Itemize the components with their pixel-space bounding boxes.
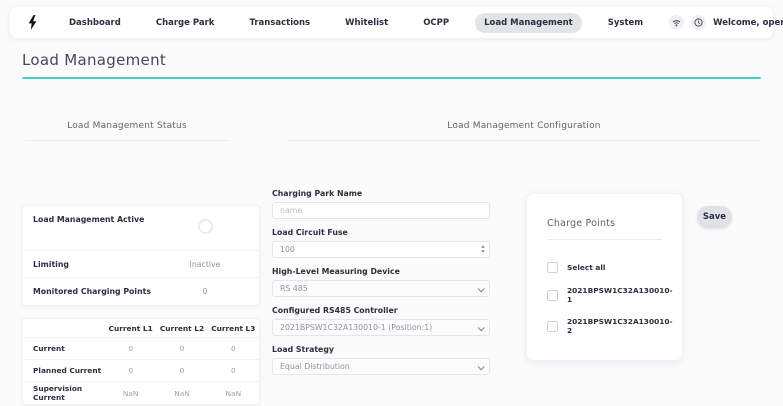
nav-item-load-management[interactable]: Load Management: [475, 13, 582, 33]
checkbox-icon[interactable]: [547, 262, 558, 273]
nav-item-whitelist[interactable]: Whitelist: [336, 13, 397, 33]
table-row-current: Current 0 0 0: [23, 338, 259, 360]
status-row-active: Load Management Active: [23, 206, 259, 251]
charge-points-title: Charge Points: [547, 218, 662, 229]
table-cell: NaN: [156, 389, 207, 398]
status-row-label: Monitored Charging Points: [33, 287, 161, 296]
status-card: Load Management Active Limiting Inactive…: [22, 205, 260, 306]
table-cell: 0: [208, 344, 259, 353]
user-menu[interactable]: Welcome, operator▾: [713, 18, 783, 28]
nav-item-transactions[interactable]: Transactions: [240, 13, 319, 33]
status-row-value: Inactive: [161, 260, 249, 269]
page-title: Load Management: [22, 51, 166, 69]
field-label: Charging Park Name: [272, 189, 490, 198]
table-row-supervision-current: Supervision Current NaN NaN NaN: [23, 382, 259, 404]
field-charging-park-name: Charging Park Name: [272, 189, 490, 219]
nav-item-ocpp[interactable]: OCPP: [414, 13, 458, 33]
title-accent-rule: [22, 77, 761, 79]
table-row-planned-current: Planned Current 0 0 0: [23, 360, 259, 382]
load-strategy-select[interactable]: Equal Distribution: [272, 358, 490, 375]
checkbox-icon[interactable]: [547, 290, 558, 301]
rs485-controller-select[interactable]: 2021BPSW1C32A130010-1 (Position:1): [272, 319, 490, 336]
field-rs485-controller: Configured RS485 Controller 2021BPSW1C32…: [272, 306, 490, 336]
table-cell: NaN: [208, 389, 259, 398]
navbar-right-group: Welcome, operator▾: [669, 15, 783, 30]
user-menu-label: Welcome, operator: [713, 18, 783, 28]
field-measuring-device: High-Level Measuring Device RS 485: [272, 267, 490, 297]
table-cell: 0: [156, 344, 207, 353]
nav-item-system[interactable]: System: [599, 13, 652, 33]
charge-point-option-2[interactable]: 2021BPSW1C32A130010-2: [547, 317, 662, 335]
table-cell: 0: [208, 366, 259, 375]
charge-points-divider: [547, 239, 662, 240]
table-header-current-l2: Current L2: [156, 324, 207, 333]
status-row-label: Load Management Active: [33, 215, 161, 224]
active-indicator-ring[interactable]: [198, 219, 213, 234]
load-circuit-fuse-input[interactable]: [280, 245, 482, 254]
status-row-value: 0: [161, 287, 249, 296]
lightning-bolt-icon[interactable]: [28, 15, 37, 30]
config-section-heading: Load Management Configuration: [288, 121, 760, 141]
table-header-current-l1: Current L1: [105, 324, 156, 333]
field-load-strategy: Load Strategy Equal Distribution: [272, 345, 490, 375]
selected-value: Equal Distribution: [280, 362, 350, 371]
number-stepper-icon[interactable]: [481, 245, 485, 253]
stepper-up-icon[interactable]: [481, 245, 485, 248]
table-row-label: Supervision Current: [23, 384, 105, 402]
charge-point-option-1[interactable]: 2021BPSW1C32A130010-1: [547, 286, 662, 304]
chevron-down-icon: [478, 285, 485, 292]
chevron-down-icon: [478, 363, 485, 370]
field-label: Load Strategy: [272, 345, 490, 354]
table-cell: 0: [105, 366, 156, 375]
save-button[interactable]: Save: [697, 206, 732, 228]
status-row-limiting: Limiting Inactive: [23, 251, 259, 278]
config-section-title: Load Management Configuration: [288, 121, 760, 131]
table-cell: 0: [156, 366, 207, 375]
load-circuit-fuse-input-wrap: [272, 241, 490, 258]
status-row-monitored-points: Monitored Charging Points 0: [23, 278, 259, 305]
config-form: Charging Park Name Load Circuit Fuse Hig…: [272, 189, 490, 384]
table-header-current-l3: Current L3: [208, 324, 259, 333]
checkbox-icon[interactable]: [547, 321, 558, 332]
top-navbar: Dashboard Charge Park Transactions White…: [10, 7, 773, 38]
checkbox-label: Select all: [567, 263, 605, 272]
selected-value: RS 485: [280, 284, 308, 293]
nav-item-dashboard[interactable]: Dashboard: [60, 13, 130, 33]
field-label: Configured RS485 Controller: [272, 306, 490, 315]
charge-points-card: Charge Points Select all 2021BPSW1C32A13…: [526, 193, 683, 361]
status-row-value: [161, 215, 249, 236]
current-table-header: Current L1 Current L2 Current L3: [23, 319, 259, 338]
table-cell: 0: [105, 344, 156, 353]
selected-value: 2021BPSW1C32A130010-1 (Position:1): [280, 323, 432, 332]
status-section-divider: [25, 140, 229, 141]
checkbox-label: 2021BPSW1C32A130010-2: [567, 317, 673, 335]
charge-point-select-all[interactable]: Select all: [547, 262, 662, 273]
checkbox-label: 2021BPSW1C32A130010-1: [567, 286, 673, 304]
field-label: High-Level Measuring Device: [272, 267, 490, 276]
status-row-label: Limiting: [33, 260, 161, 269]
status-section-title: Load Management Status: [25, 121, 229, 131]
table-row-label: Planned Current: [23, 366, 105, 375]
clock-icon[interactable]: [691, 15, 706, 30]
config-section-divider: [288, 140, 760, 141]
field-label: Load Circuit Fuse: [272, 228, 490, 237]
current-table: Current L1 Current L2 Current L3 Current…: [22, 318, 260, 405]
field-load-circuit-fuse: Load Circuit Fuse: [272, 228, 490, 258]
status-section-heading: Load Management Status: [25, 121, 229, 141]
nav-item-charge-park[interactable]: Charge Park: [147, 13, 224, 33]
charging-park-name-input[interactable]: [280, 206, 482, 215]
chevron-down-icon: [478, 324, 485, 331]
table-cell: NaN: [105, 389, 156, 398]
wifi-icon[interactable]: [669, 15, 684, 30]
stepper-down-icon[interactable]: [481, 250, 485, 253]
measuring-device-select[interactable]: RS 485: [272, 280, 490, 297]
charging-park-name-input-wrap: [272, 202, 490, 219]
table-row-label: Current: [23, 344, 105, 353]
